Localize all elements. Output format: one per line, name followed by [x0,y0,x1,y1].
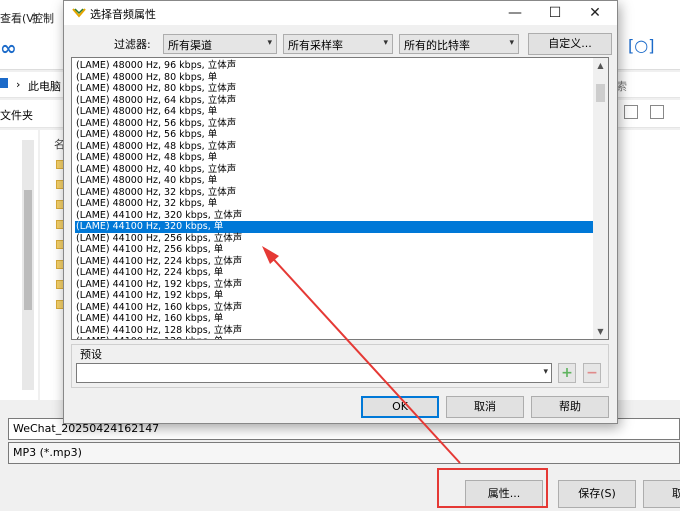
list-item[interactable]: (LAME) 48000 Hz, 32 kbps, 立体声 [75,187,595,199]
list-item[interactable]: (LAME) 44100 Hz, 192 kbps, 立体声 [75,279,595,291]
breadcrumb-separator-icon: › [16,78,21,91]
chevron-down-icon: ▾ [383,38,388,48]
maximize-icon[interactable]: ☐ [537,1,573,25]
ok-button[interactable]: OK [361,396,439,418]
list-item[interactable]: (LAME) 44100 Hz, 192 kbps, 单 [75,290,595,302]
app-icon [72,8,86,18]
list-item[interactable]: (LAME) 48000 Hz, 96 kbps, 立体声 [75,60,595,72]
list-item[interactable]: (LAME) 48000 Hz, 48 kbps, 立体声 [75,141,595,153]
list-item[interactable]: (LAME) 44100 Hz, 128 kbps, 立体声 [75,325,595,337]
list-item[interactable]: (LAME) 44100 Hz, 320 kbps, 立体声 [75,210,595,222]
samplerate-value: 所有采样率 [288,39,343,52]
computer-icon [0,78,8,88]
list-item[interactable]: (LAME) 44100 Hz, 224 kbps, 单 [75,267,595,279]
list-item[interactable]: (LAME) 48000 Hz, 40 kbps, 单 [75,175,595,187]
channels-select[interactable]: 所有渠道 ▾ [163,34,277,54]
list-item[interactable]: (LAME) 44100 Hz, 160 kbps, 单 [75,313,595,325]
save-button[interactable]: 保存(S) [558,480,636,508]
channels-value: 所有渠道 [168,39,212,52]
list-item[interactable]: (LAME) 48000 Hz, 80 kbps, 立体声 [75,83,595,95]
list-item[interactable]: (LAME) 48000 Hz, 48 kbps, 单 [75,152,595,164]
navigation-scroll-thumb[interactable] [24,190,32,310]
bitrate-select[interactable]: 所有的比特率 ▾ [399,34,519,54]
new-folder-label[interactable]: 文件夹 [0,107,33,123]
bitrate-value: 所有的比特率 [404,39,470,52]
list-item[interactable]: (LAME) 48000 Hz, 64 kbps, 立体声 [75,95,595,107]
list-item[interactable]: (LAME) 48000 Hz, 64 kbps, 单 [75,106,595,118]
help-button[interactable]: 帮助 [531,396,609,418]
dialog-title: 选择音频属性 [90,8,156,21]
add-preset-icon[interactable]: + [558,363,576,383]
preset-select[interactable]: ▾ [76,363,552,383]
remove-preset-icon[interactable]: − [583,363,601,383]
details-pane-icon[interactable] [650,105,664,119]
list-item[interactable]: (LAME) 44100 Hz, 160 kbps, 立体声 [75,302,595,314]
address-text[interactable]: 此电脑 [28,78,61,94]
toolbar-logo-icon: ∞ [0,36,17,60]
close-icon[interactable]: ✕ [577,1,613,25]
cancel-button[interactable]: 取 [643,480,680,508]
chevron-down-icon: ▾ [267,38,272,48]
view-options-icon[interactable] [624,105,638,119]
minimize-icon[interactable]: — [497,1,533,25]
audio-format-list[interactable]: (LAME) 48000 Hz, 96 kbps, 立体声 (LAME) 4800… [71,57,609,340]
toolbar-frame-icon[interactable]: [○] [628,36,654,55]
filter-label: 过滤器: [114,38,151,51]
cancel-dialog-button[interactable]: 取消 [446,396,524,418]
filetype-select[interactable]: MP3 (*.mp3) [8,442,680,464]
scroll-up-icon[interactable]: ▲ [593,58,608,73]
chevron-down-icon: ▾ [509,38,514,48]
chevron-down-icon: ▾ [543,367,548,377]
list-item[interactable]: (LAME) 44100 Hz, 256 kbps, 单 [75,244,595,256]
custom-button[interactable]: 自定义... [528,33,612,55]
preset-label: 预设 [80,348,102,361]
dialog-titlebar[interactable]: 选择音频属性 — ☐ ✕ [64,1,617,25]
list-item[interactable]: (LAME) 48000 Hz, 80 kbps, 单 [75,72,595,84]
list-item[interactable]: (LAME) 48000 Hz, 40 kbps, 立体声 [75,164,595,176]
scroll-down-icon[interactable]: ▼ [593,324,608,339]
list-item[interactable]: (LAME) 44100 Hz, 224 kbps, 立体声 [75,256,595,268]
list-item[interactable]: (LAME) 44100 Hz, 128 kbps, 单 [75,336,595,339]
list-item-selected[interactable]: (LAME) 44100 Hz, 320 kbps, 单 [75,221,595,233]
list-scrollbar[interactable]: ▲ ▼ [593,58,608,339]
list-item[interactable]: (LAME) 44100 Hz, 256 kbps, 立体声 [75,233,595,245]
samplerate-select[interactable]: 所有采样率 ▾ [283,34,393,54]
list-item[interactable]: (LAME) 48000 Hz, 32 kbps, 单 [75,198,595,210]
list-item[interactable]: (LAME) 48000 Hz, 56 kbps, 立体声 [75,118,595,130]
list-scroll-thumb[interactable] [596,84,605,102]
list-item[interactable]: (LAME) 48000 Hz, 56 kbps, 单 [75,129,595,141]
audio-properties-dialog: 选择音频属性 — ☐ ✕ 过滤器: 所有渠道 ▾ 所有采样率 ▾ 所有的比特率 … [63,0,618,424]
highlight-box [437,468,548,508]
menu-control[interactable]: 控制 [32,10,54,26]
